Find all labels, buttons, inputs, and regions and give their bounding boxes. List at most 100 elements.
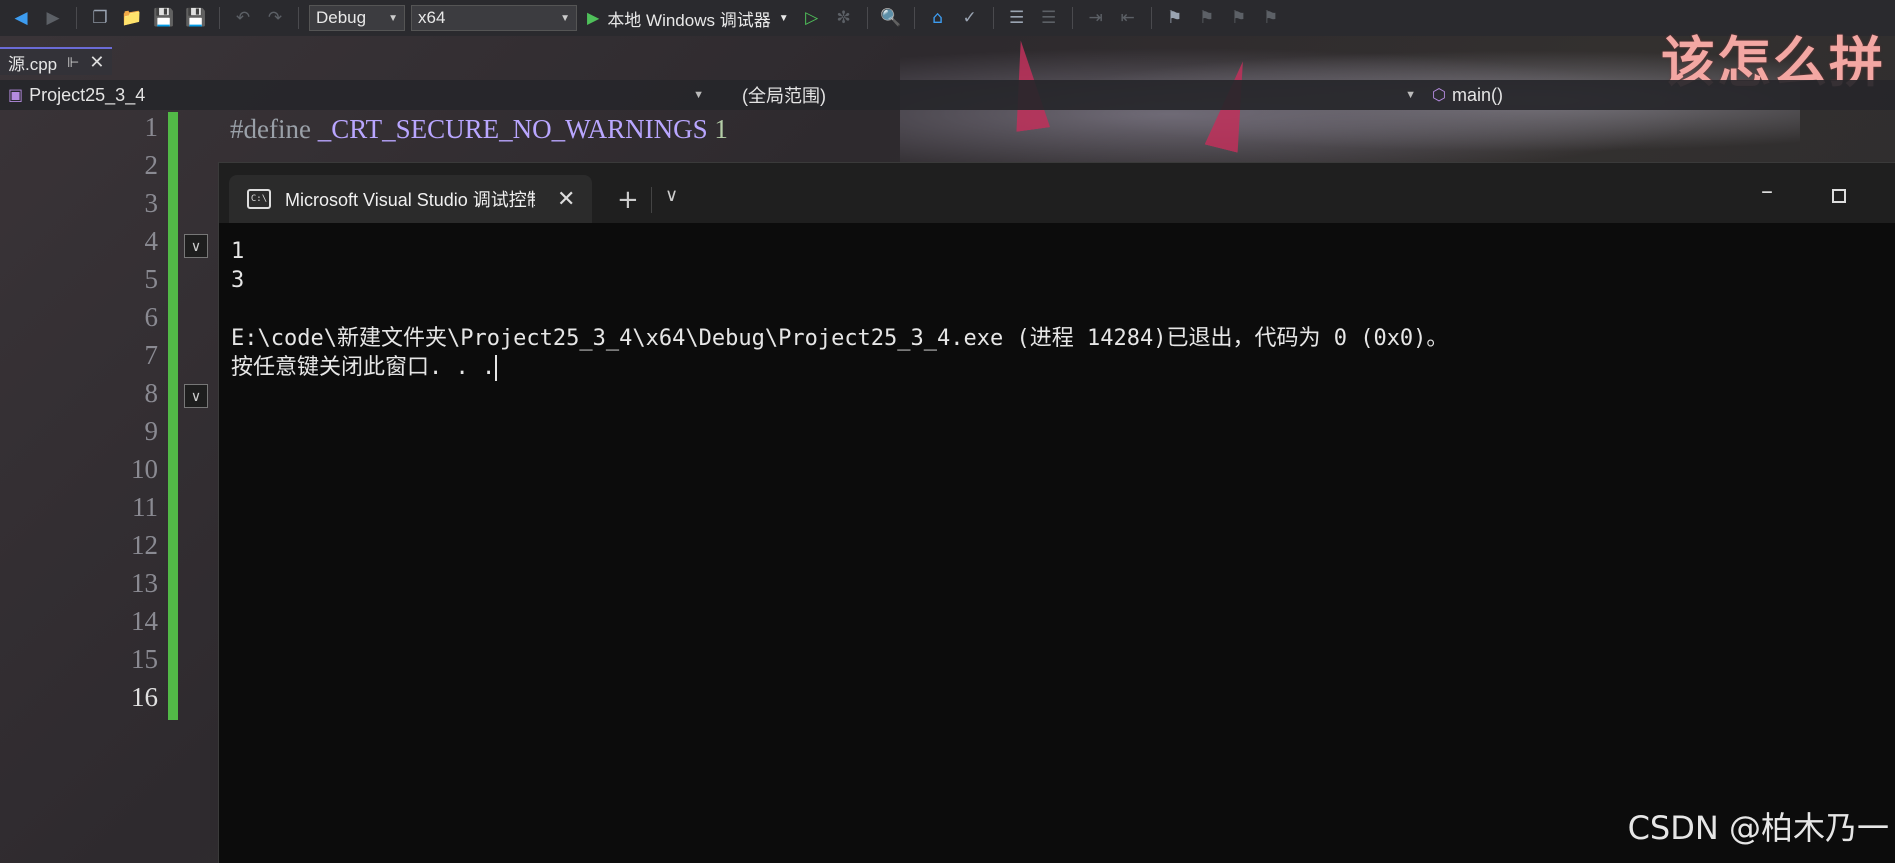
output-line: 1 xyxy=(231,239,245,264)
scope-name: (全局范围) xyxy=(742,86,826,106)
line-number: 14 xyxy=(131,606,158,636)
redo-icon[interactable]: ↷ xyxy=(262,5,288,31)
code-keyword: #define xyxy=(230,114,318,144)
code-macro: _CRT_SECURE_NO_WARNINGS xyxy=(317,114,708,144)
platform-select[interactable]: x64 ▼ xyxy=(411,5,577,31)
output-line: E:\code\新建文件夹\Project25_3_4\x64\Debug\Pr… xyxy=(231,326,1449,351)
toolbar-separator xyxy=(913,7,915,29)
toolbar-separator xyxy=(76,7,77,29)
chevron-down-icon: ▼ xyxy=(1405,89,1416,101)
chevron-down-icon: ▼ xyxy=(693,89,704,101)
new-tab-icon[interactable]: + xyxy=(617,185,639,215)
configuration-value: Debug xyxy=(316,8,367,27)
main-toolbar: ◀ ▶ ❐ 📁 💾 💾 ↶ ↷ Debug ▼ x64 ▼ ▶ 本地 Windo… xyxy=(0,0,1895,36)
console-titlebar: C:\ Microsoft Visual Studio 调试控制台 ✕ + ∨ … xyxy=(219,163,1895,223)
save-all-icon[interactable]: 💾 xyxy=(183,5,209,31)
indent-icon[interactable]: ⇥ xyxy=(1083,5,1109,31)
minimize-icon[interactable]: – xyxy=(1761,177,1773,205)
save-icon[interactable]: 💾 xyxy=(151,5,177,31)
undo-icon[interactable]: ↶ xyxy=(230,5,256,31)
toolbar-separator xyxy=(866,7,868,29)
line-number: 1 xyxy=(144,112,159,142)
line-number: 11 xyxy=(132,492,158,522)
line-number: 4 xyxy=(144,226,159,256)
fold-toggle-icon[interactable]: ∨ xyxy=(184,384,208,408)
line-number: 2 xyxy=(144,150,159,180)
terminal-icon: C:\ xyxy=(247,189,271,209)
chevron-down-icon: ▼ xyxy=(388,12,398,24)
toolbar-separator xyxy=(1071,7,1073,29)
configuration-select[interactable]: Debug ▼ xyxy=(309,5,405,31)
line-number: 6 xyxy=(144,302,159,332)
line-number-gutter: 1 2 3 4 5 6 7 8 9 10 11 12 13 14 15 16 xyxy=(40,112,180,712)
spell-check-icon[interactable]: ✓ xyxy=(957,5,983,31)
console-tab[interactable]: C:\ Microsoft Visual Studio 调试控制台 ✕ xyxy=(229,175,592,223)
line-number: 5 xyxy=(144,264,159,294)
chevron-down-icon: ▼ xyxy=(560,12,570,24)
find-in-files-icon[interactable]: 🔍 xyxy=(878,5,904,31)
solution-explorer-icon[interactable]: ⌂ xyxy=(925,5,951,31)
line-number: 3 xyxy=(144,188,159,218)
console-output[interactable]: 1 3 E:\code\新建文件夹\Project25_3_4\x64\Debug\… xyxy=(231,237,1448,382)
cube-icon: ⬡ xyxy=(1432,87,1446,104)
member-name: main() xyxy=(1451,84,1503,105)
next-bookmark-icon[interactable]: ⚑ xyxy=(1226,5,1252,31)
text-cursor xyxy=(495,355,498,381)
chevron-down-icon: ▼ xyxy=(778,12,789,24)
start-debugging-button[interactable]: ▶ 本地 Windows 调试器 ▼ xyxy=(583,6,793,31)
run-label: 本地 Windows 调试器 xyxy=(607,10,771,30)
change-tracking-bar xyxy=(168,112,178,720)
output-line: 按任意键关闭此窗口. . . xyxy=(231,355,496,380)
bookmark-icon[interactable]: ⚑ xyxy=(1162,5,1188,31)
toolbar-separator xyxy=(219,7,220,29)
play-icon: ▶ xyxy=(587,10,600,27)
close-icon[interactable]: ✕ xyxy=(557,186,575,212)
debug-console-window: C:\ Microsoft Visual Studio 调试控制台 ✕ + ∨ … xyxy=(218,162,1895,863)
output-line-with-cursor: 按任意键关闭此窗口. . . xyxy=(231,353,1448,382)
forward-icon[interactable]: ▶ xyxy=(40,5,66,31)
line-number: 13 xyxy=(131,568,158,598)
hot-reload-icon[interactable]: ✼ xyxy=(831,5,857,31)
line-number: 12 xyxy=(131,530,158,560)
console-tab-title: Microsoft Visual Studio 调试控制台 xyxy=(285,190,535,210)
pin-icon[interactable]: ⊩ xyxy=(67,54,79,71)
line-number: 15 xyxy=(131,644,158,674)
line-number: 7 xyxy=(144,340,159,370)
tab-source-cpp[interactable]: 源.cpp ⊩ ✕ xyxy=(0,47,113,75)
titlebar-separator xyxy=(651,187,652,213)
fold-toggle-icon[interactable]: ∨ xyxy=(184,234,208,258)
project-name: Project25_3_4 xyxy=(29,84,146,105)
maximize-icon[interactable] xyxy=(1832,189,1846,203)
code-number: 1 xyxy=(714,114,728,144)
new-project-icon[interactable]: ❐ xyxy=(87,5,113,31)
open-folder-icon[interactable]: 📁 xyxy=(119,5,145,31)
uncomment-icon[interactable]: ☰ xyxy=(1036,5,1062,31)
tab-title: 源.cpp xyxy=(8,54,58,74)
code-line[interactable]: #define _CRT_SECURE_NO_WARNINGS 1 xyxy=(230,114,728,145)
line-number: 16 xyxy=(131,682,158,712)
chevron-down-icon[interactable]: ∨ xyxy=(665,185,678,206)
line-number: 9 xyxy=(144,416,159,446)
document-tab-strip: 源.cpp ⊩ ✕ xyxy=(0,46,1895,76)
line-number: 10 xyxy=(131,454,158,484)
back-icon[interactable]: ◀ xyxy=(8,5,34,31)
close-icon[interactable]: ✕ xyxy=(89,52,104,73)
platform-value: x64 xyxy=(418,8,446,27)
toolbar-separator xyxy=(298,7,299,29)
scope-dropdown[interactable]: (全局范围) ▼ xyxy=(712,80,1424,110)
toolbar-separator xyxy=(992,7,994,29)
outdent-icon[interactable]: ⇤ xyxy=(1115,5,1141,31)
start-without-debugging-icon[interactable]: ▷ xyxy=(799,5,825,31)
project-dropdown[interactable]: ▣ Project25_3_4 ▼ xyxy=(0,80,712,110)
output-line: 3 xyxy=(231,268,245,293)
line-number: 8 xyxy=(144,378,159,408)
clear-bookmarks-icon[interactable]: ⚑ xyxy=(1258,5,1284,31)
project-icon: ▣ xyxy=(8,87,24,104)
toolbar-separator xyxy=(1150,7,1152,29)
csdn-watermark: CSDN @柏木乃一 xyxy=(1627,809,1889,847)
comment-icon[interactable]: ☰ xyxy=(1004,5,1030,31)
prev-bookmark-icon[interactable]: ⚑ xyxy=(1194,5,1220,31)
member-dropdown[interactable]: ⬡ main() xyxy=(1424,80,1724,110)
navigation-bar: ▣ Project25_3_4 ▼ (全局范围) ▼ ⬡ main() xyxy=(0,80,1895,110)
